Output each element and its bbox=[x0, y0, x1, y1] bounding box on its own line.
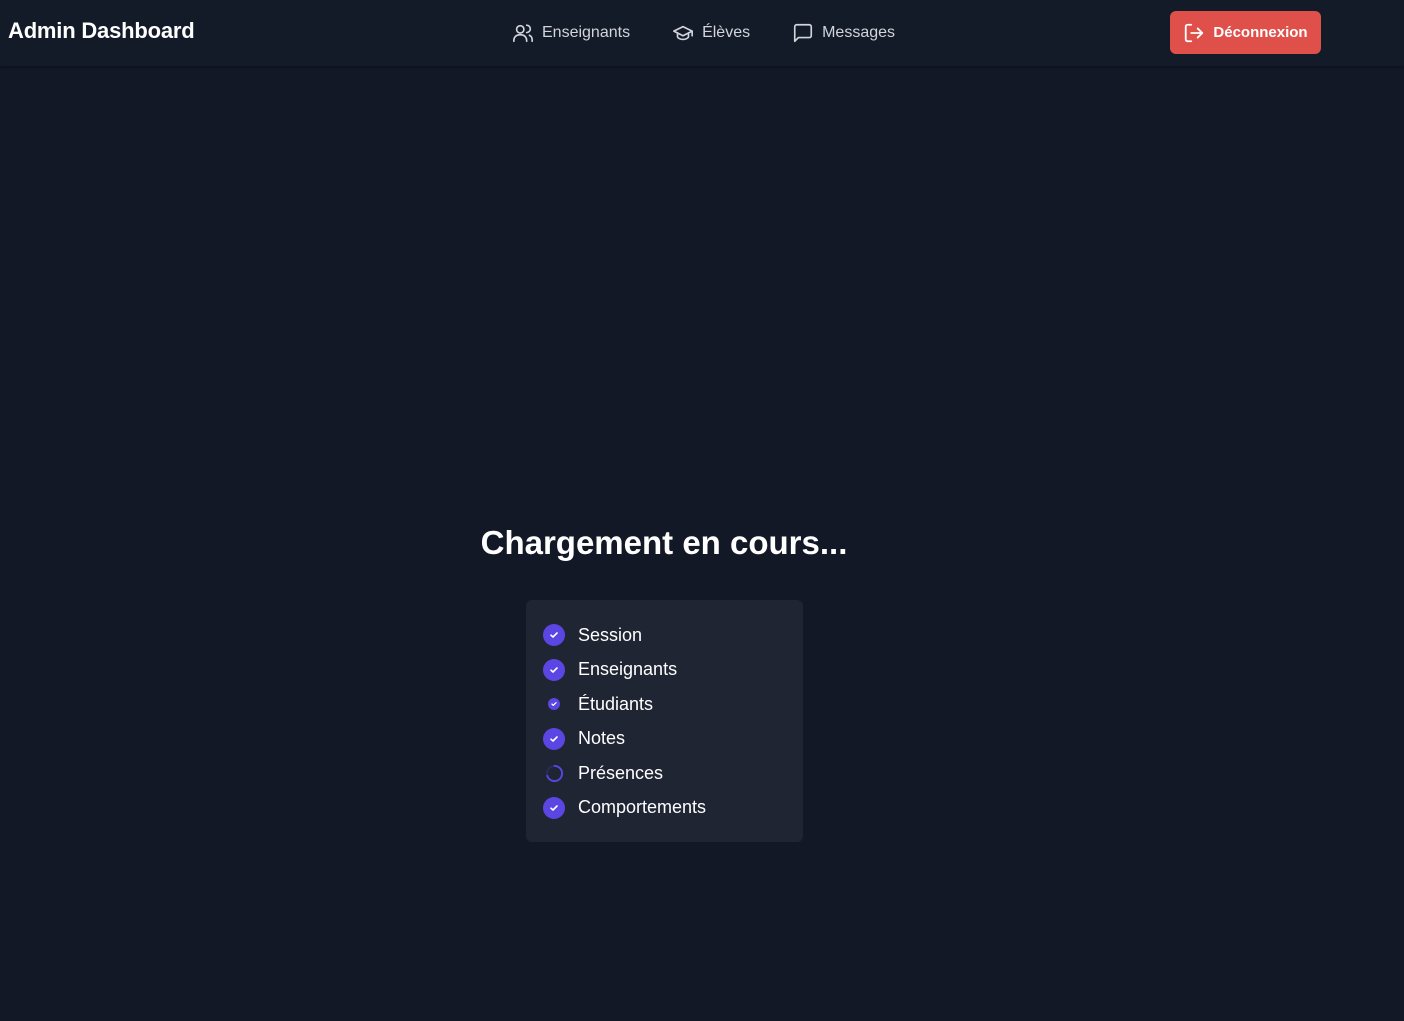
logout-label: Déconnexion bbox=[1213, 24, 1308, 41]
log-out-icon bbox=[1185, 23, 1204, 42]
loading-step-presences: Présences bbox=[543, 756, 803, 791]
check-circle-icon bbox=[543, 727, 565, 750]
main-nav: Enseignants Élèves Messages bbox=[512, 20, 937, 46]
nav-label-messages: Messages bbox=[822, 24, 896, 41]
check-circle-icon bbox=[543, 796, 565, 819]
brand-title: Admin Dashboard bbox=[8, 18, 195, 43]
nav-label-eleves: Élèves bbox=[702, 24, 751, 41]
loading-step-label: Étudiants bbox=[578, 693, 654, 714]
loading-step-notes: Notes bbox=[543, 722, 803, 757]
loading-step-label: Comportements bbox=[578, 797, 707, 818]
spinner-icon bbox=[543, 762, 565, 784]
users-icon bbox=[513, 24, 533, 43]
loading-step-label: Notes bbox=[578, 728, 626, 749]
check-circle-icon bbox=[543, 658, 565, 681]
loading-step-label: Enseignants bbox=[578, 659, 678, 680]
nav-item-eleves[interactable]: Élèves bbox=[672, 22, 750, 44]
graduation-cap-icon bbox=[673, 25, 694, 41]
message-square-icon bbox=[794, 23, 813, 43]
loading-step-label: Présences bbox=[578, 762, 664, 783]
check-circle-icon bbox=[543, 624, 565, 647]
nav-label-enseignants: Enseignants bbox=[542, 24, 631, 41]
loading-title: Chargement en cours... bbox=[480, 524, 848, 561]
top-navbar: Admin Dashboard Enseignants Élèves Messa… bbox=[0, 0, 1404, 66]
check-circle-small-icon bbox=[543, 693, 565, 715]
loading-step-enseignants: Enseignants bbox=[543, 653, 803, 688]
loading-step-session: Session bbox=[543, 618, 803, 653]
loading-step-comportements: Comportements bbox=[543, 791, 803, 826]
loading-step-label: Session bbox=[578, 624, 643, 645]
nav-item-messages[interactable]: Messages bbox=[792, 22, 895, 44]
loading-step-etudiants: Étudiants bbox=[543, 687, 803, 722]
logout-button[interactable]: Déconnexion bbox=[1170, 11, 1321, 54]
loading-steps-panel: Session Enseignants Étudiants Notes Prés… bbox=[526, 600, 803, 842]
nav-item-enseignants[interactable]: Enseignants bbox=[512, 22, 630, 44]
